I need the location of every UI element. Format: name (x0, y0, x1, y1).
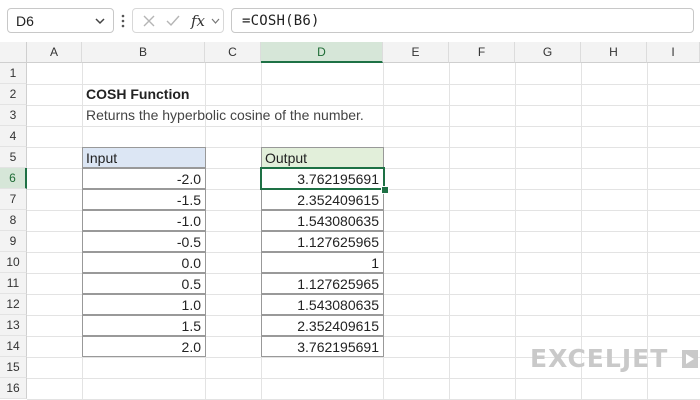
input-cell[interactable]: 2.0 (82, 336, 206, 357)
row-header-13[interactable]: 13 (0, 315, 27, 336)
output-cell[interactable]: 1.543080635 (261, 294, 384, 315)
formula-bar: D6 fx =COSH(B6) (0, 0, 700, 41)
column-header-c[interactable]: C (205, 42, 261, 63)
row-header-7[interactable]: 7 (0, 189, 27, 210)
column-header-f[interactable]: F (449, 42, 515, 63)
input-cell[interactable]: 1.5 (82, 315, 206, 336)
formula-input[interactable]: =COSH(B6) (231, 8, 694, 33)
exceljet-logo: EXCELJET (530, 344, 700, 373)
more-options-icon[interactable] (120, 12, 126, 30)
input-header[interactable]: Input (82, 147, 206, 168)
row-header-14[interactable]: 14 (0, 336, 27, 357)
gridline (27, 378, 700, 379)
name-box[interactable]: D6 (7, 8, 114, 33)
row-header-15[interactable]: 15 (0, 357, 27, 378)
fill-handle[interactable] (381, 186, 389, 194)
output-cell[interactable]: 1.543080635 (261, 210, 384, 231)
cancel-icon[interactable] (142, 14, 156, 28)
output-cell[interactable]: 1.127625965 (261, 273, 384, 294)
input-cell[interactable]: -2.0 (82, 168, 206, 189)
row-header-6[interactable]: 6 (0, 168, 27, 189)
column-header-a[interactable]: A (27, 42, 82, 63)
row-header-5[interactable]: 5 (0, 147, 27, 168)
output-cell[interactable]: 2.352409615 (261, 315, 384, 336)
row-header-16[interactable]: 16 (0, 378, 27, 399)
row-header-9[interactable]: 9 (0, 231, 27, 252)
output-cell[interactable]: 3.762195691 (261, 336, 384, 357)
column-header-e[interactable]: E (383, 42, 449, 63)
chevron-down-icon[interactable] (93, 14, 107, 28)
insert-function-button[interactable]: fx (191, 12, 205, 30)
row-header-4[interactable]: 4 (0, 126, 27, 147)
input-cell[interactable]: 0.5 (82, 273, 206, 294)
column-header-i[interactable]: I (647, 42, 700, 63)
chevron-down-icon[interactable] (210, 16, 221, 26)
output-cell[interactable]: 1.127625965 (261, 231, 384, 252)
input-cell[interactable]: -1.5 (82, 189, 206, 210)
column-header-d[interactable]: D (261, 42, 383, 63)
gridline (27, 105, 700, 106)
formula-text: =COSH(B6) (242, 13, 320, 29)
active-cell-border (260, 167, 385, 190)
output-cell[interactable]: 2.352409615 (261, 189, 384, 210)
logo-text: EXCELJET (530, 344, 669, 373)
output-header[interactable]: Output (261, 147, 384, 168)
column-header-g[interactable]: G (515, 42, 581, 63)
row-header-8[interactable]: 8 (0, 210, 27, 231)
column-header-h[interactable]: H (581, 42, 647, 63)
sheet-subtitle[interactable]: Returns the hyperbolic cosine of the num… (86, 107, 364, 123)
row-header-11[interactable]: 11 (0, 273, 27, 294)
output-cell[interactable]: 1 (261, 252, 384, 273)
formula-controls: fx (132, 8, 224, 33)
column-header-b[interactable]: B (82, 42, 205, 63)
select-all-corner[interactable] (0, 42, 27, 63)
enter-check-icon[interactable] (165, 14, 181, 28)
input-cell[interactable]: 0.0 (82, 252, 206, 273)
input-cell[interactable]: -1.0 (82, 210, 206, 231)
row-header-1[interactable]: 1 (0, 63, 27, 84)
row-header-3[interactable]: 3 (0, 105, 27, 126)
row-header-12[interactable]: 12 (0, 294, 27, 315)
logo-mark-icon (681, 350, 698, 368)
gridline (27, 126, 700, 127)
row-header-2[interactable]: 2 (0, 84, 27, 105)
name-box-value: D6 (16, 13, 34, 29)
gridline (27, 84, 700, 85)
row-header-10[interactable]: 10 (0, 252, 27, 273)
sheet-title[interactable]: COSH Function (86, 86, 189, 102)
input-cell[interactable]: 1.0 (82, 294, 206, 315)
input-cell[interactable]: -0.5 (82, 231, 206, 252)
